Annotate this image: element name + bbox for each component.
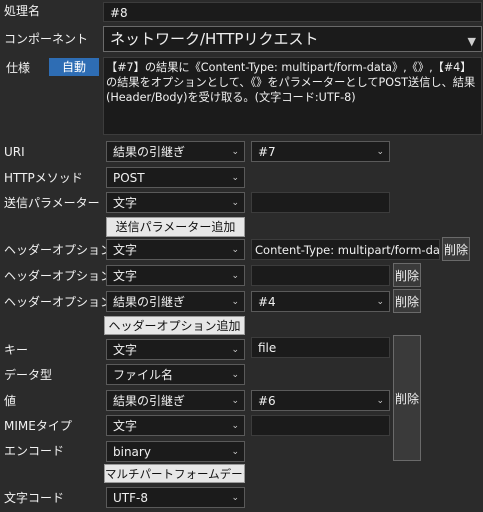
key-type-value: 文字 — [113, 343, 138, 357]
key-value-input[interactable]: file — [251, 337, 390, 358]
datatype-value: ファイル名 — [113, 368, 174, 382]
value-type-value: 結果の引継ぎ — [113, 394, 186, 408]
datatype-select[interactable]: ファイル名 ⌄ — [106, 364, 245, 385]
chevron-down-icon: ⌄ — [231, 147, 239, 157]
chevron-down-icon: ⌄ — [231, 173, 239, 183]
mime-label: MIMEタイプ — [4, 419, 72, 433]
add-param-button[interactable]: 送信パラメーター追加 — [106, 217, 245, 237]
value-value: #6 — [258, 394, 276, 408]
params-type-select[interactable]: 文字 ⌄ — [106, 192, 245, 213]
method-label: HTTPメソッド — [4, 171, 83, 185]
auto-button[interactable]: 自動 — [49, 58, 99, 76]
uri-label: URI — [4, 145, 25, 159]
mime-value-input[interactable] — [251, 415, 390, 436]
header-label-3: ヘッダーオプション — [4, 295, 113, 309]
chevron-down-icon: ⌄ — [231, 370, 239, 380]
method-select[interactable]: POST ⌄ — [106, 167, 245, 188]
chevron-down-icon: ⌄ — [231, 245, 239, 255]
add-header-button[interactable]: ヘッダーオプション追加 — [104, 316, 245, 335]
chevron-down-icon: ⌄ — [231, 447, 239, 457]
chevron-down-icon: ⌄ — [231, 198, 239, 208]
header-delete-button-1[interactable]: 削除 — [442, 237, 470, 261]
value-label: 値 — [4, 394, 17, 408]
header-delete-button-2[interactable]: 削除 — [393, 263, 421, 287]
header-value-select-3[interactable]: #4 ⌄ — [251, 291, 390, 312]
header-label-1: ヘッダーオプション — [4, 243, 113, 257]
component-select[interactable]: ネットワーク/HTTPリクエスト ▼ — [103, 26, 482, 52]
encode-value: binary — [113, 445, 151, 459]
chevron-down-icon: ⌄ — [231, 493, 239, 503]
datatype-label: データ型 — [4, 368, 53, 382]
header-type-select-3[interactable]: 結果の引継ぎ ⌄ — [106, 291, 245, 312]
component-label: コンポーネント — [4, 32, 89, 46]
header-type-select-1[interactable]: 文字 ⌄ — [106, 239, 245, 260]
header-label-2: ヘッダーオプション — [4, 269, 113, 283]
value-type-select[interactable]: 結果の引継ぎ ⌄ — [106, 390, 245, 411]
chevron-down-icon: ⌄ — [231, 345, 239, 355]
name-input[interactable]: #8 — [103, 2, 482, 22]
header-type-select-2[interactable]: 文字 ⌄ — [106, 265, 245, 286]
header-type-value-3: 結果の引継ぎ — [113, 295, 186, 309]
params-label: 送信パラメーター — [4, 196, 100, 210]
chevron-down-icon: ⌄ — [231, 297, 239, 307]
spec-text: 【#7】の結果に《Content-Type: multipart/form-da… — [103, 57, 482, 135]
header-value-3: #4 — [258, 295, 276, 309]
add-multipart-button[interactable]: マルチパートフォームデータ追加 — [104, 464, 245, 483]
header-value-input-2[interactable] — [251, 265, 390, 286]
uri-value: #7 — [258, 145, 276, 159]
encode-label: エンコード — [4, 444, 65, 458]
multipart-delete-button[interactable]: 削除 — [393, 335, 421, 461]
chevron-down-icon: ⌄ — [231, 421, 239, 431]
encode-select[interactable]: binary ⌄ — [106, 441, 245, 462]
uri-value-select[interactable]: #7 ⌄ — [251, 141, 390, 162]
mime-type-select[interactable]: 文字 ⌄ — [106, 415, 245, 436]
value-select[interactable]: #6 ⌄ — [251, 390, 390, 411]
method-value: POST — [113, 171, 145, 185]
mime-type-value: 文字 — [113, 419, 138, 433]
chevron-down-icon: ⌄ — [231, 396, 239, 406]
params-type-value: 文字 — [113, 196, 138, 210]
uri-type-select[interactable]: 結果の引継ぎ ⌄ — [106, 141, 245, 162]
header-type-value-2: 文字 — [113, 269, 138, 283]
chevron-down-icon: ⌄ — [376, 396, 384, 406]
header-delete-button-3[interactable]: 削除 — [393, 289, 421, 313]
chevron-down-icon: ⌄ — [376, 147, 384, 157]
params-value-input[interactable] — [251, 192, 390, 213]
charset-label: 文字コード — [4, 491, 65, 505]
chevron-down-icon: ⌄ — [376, 297, 384, 307]
header-type-value-1: 文字 — [113, 243, 138, 257]
component-value: ネットワーク/HTTPリクエスト — [110, 30, 319, 48]
header-value-input-1[interactable]: Content-Type: multipart/form-data — [251, 239, 440, 260]
key-label: キー — [4, 343, 29, 357]
charset-select[interactable]: UTF-8 ⌄ — [106, 487, 245, 508]
name-label: 処理名 — [4, 4, 41, 18]
chevron-down-icon: ▼ — [467, 35, 476, 48]
spec-label: 仕様 — [6, 61, 31, 75]
key-type-select[interactable]: 文字 ⌄ — [106, 339, 245, 360]
charset-value: UTF-8 — [113, 491, 148, 505]
uri-type-value: 結果の引継ぎ — [113, 145, 186, 159]
chevron-down-icon: ⌄ — [231, 271, 239, 281]
